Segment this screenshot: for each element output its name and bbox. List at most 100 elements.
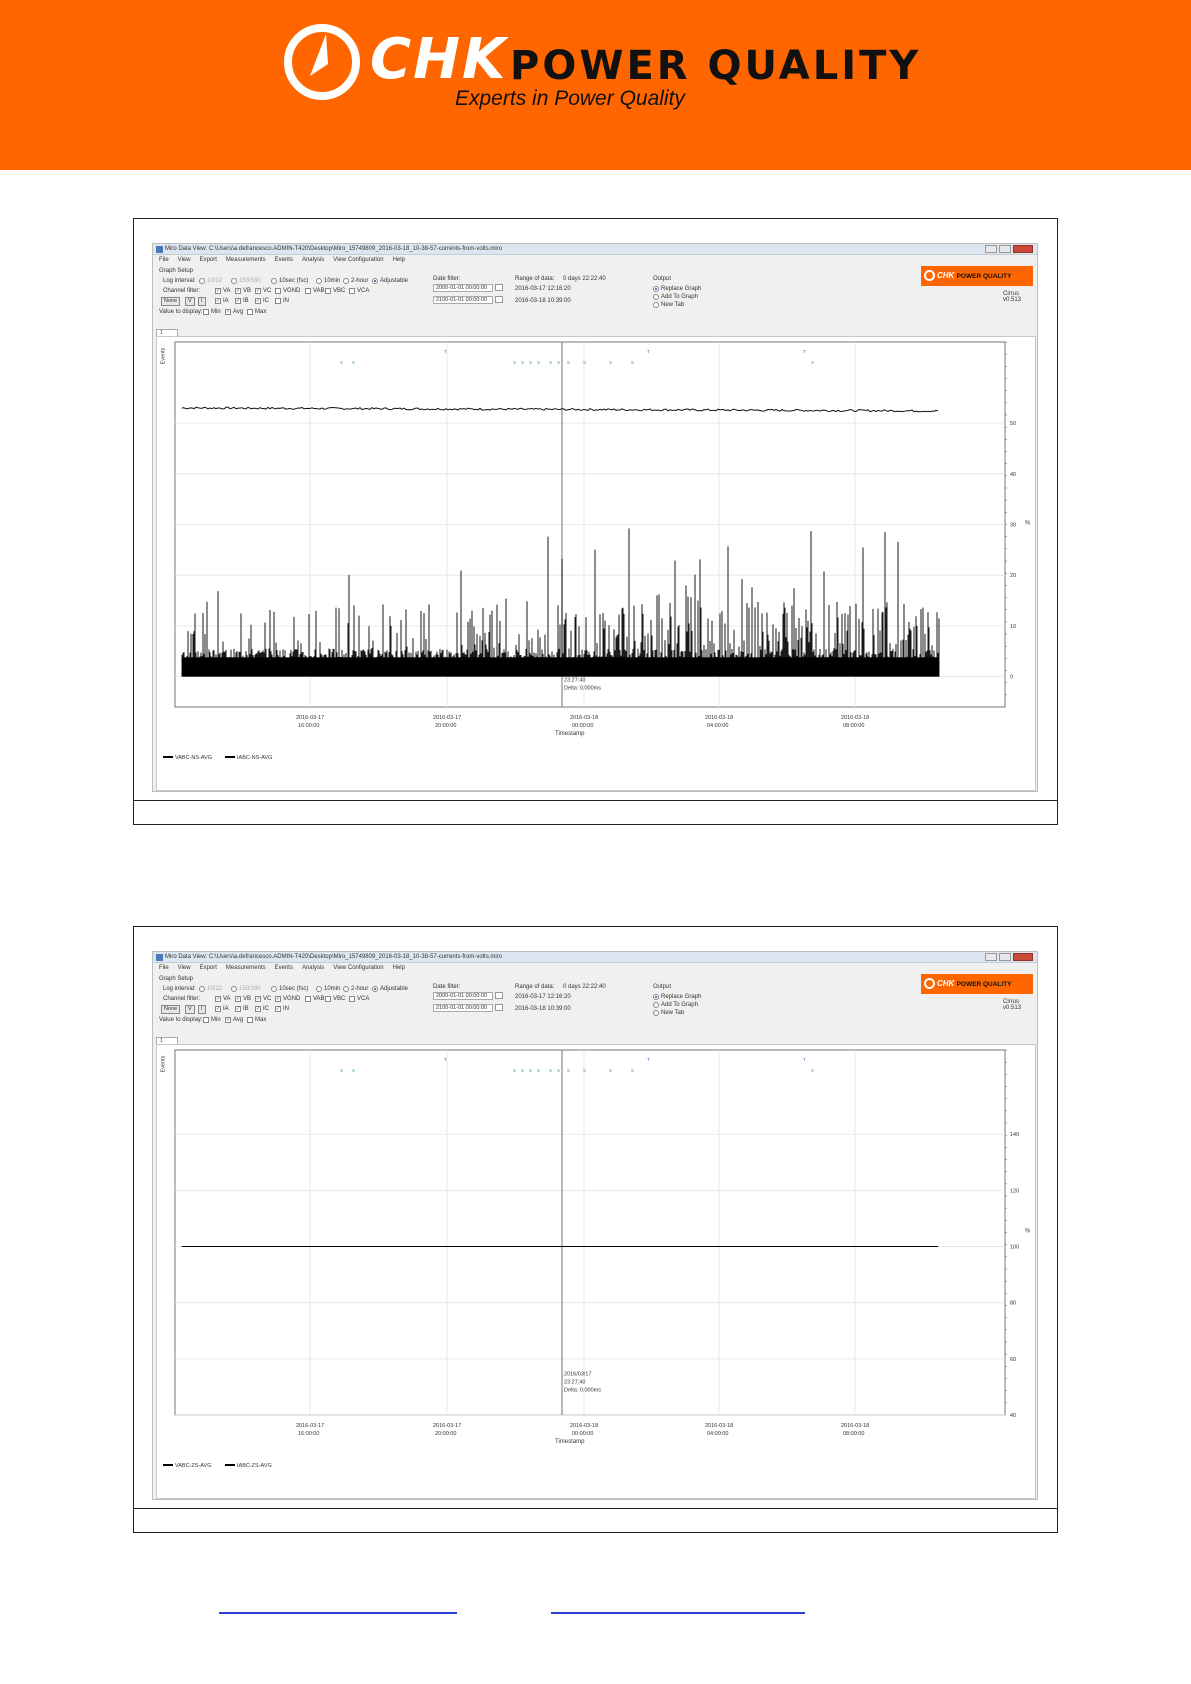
channel-checkbox[interactable]: IA	[215, 298, 229, 304]
value-checkbox[interactable]: Min	[203, 309, 221, 315]
output-radio[interactable]: Replace Graph	[653, 994, 701, 1000]
channel-checkbox[interactable]: VB	[235, 996, 251, 1002]
menu-item[interactable]: View	[178, 257, 191, 263]
channel-checkbox[interactable]: VB	[235, 288, 251, 294]
checkbox-label: IC	[263, 1006, 269, 1012]
channel-filter-label: Channel filter:	[163, 288, 201, 294]
output-radio[interactable]: New Tab	[653, 1010, 684, 1016]
menu-item[interactable]: Analysis	[302, 965, 324, 971]
log-interval-radio[interactable]: 10min	[316, 986, 340, 992]
close-button[interactable]	[1013, 245, 1033, 253]
channel-none-button[interactable]: None	[161, 297, 181, 306]
channel-i-button[interactable]: I	[198, 297, 206, 306]
event-marker: S	[352, 360, 355, 365]
calendar-icon[interactable]	[495, 1004, 503, 1011]
channel-checkbox[interactable]: VC	[255, 288, 271, 294]
channel-checkbox[interactable]: IN	[275, 1006, 289, 1012]
channel-checkbox[interactable]: VCA	[349, 996, 369, 1002]
menu-item[interactable]: Events	[275, 965, 293, 971]
value-checkbox[interactable]: Max	[247, 1017, 266, 1023]
channel-v-button[interactable]: V	[185, 297, 195, 306]
channel-checkbox[interactable]: VBC	[325, 288, 345, 294]
checkbox-icon	[305, 996, 311, 1002]
calendar-icon[interactable]	[495, 992, 503, 999]
menu-item[interactable]: Measurements	[226, 257, 266, 263]
footer-link-2[interactable]	[551, 1612, 805, 1614]
channel-checkbox[interactable]: IC	[255, 1006, 269, 1012]
menu-item[interactable]: File	[159, 257, 169, 263]
menu-item[interactable]: Help	[393, 965, 405, 971]
date-to-input[interactable]: 2100-01-01 00:00:00	[433, 1004, 493, 1012]
log-interval-radio[interactable]: Adjustable	[372, 986, 408, 992]
channel-checkbox[interactable]: VA	[215, 288, 231, 294]
menu-item[interactable]: Export	[200, 257, 217, 263]
channel-checkbox[interactable]: VBC	[325, 996, 345, 1002]
channel-checkbox[interactable]: VC	[255, 996, 271, 1002]
event-marker: S	[811, 360, 814, 365]
log-interval-radio[interactable]: 10min	[316, 278, 340, 284]
channel-i-button[interactable]: I	[198, 1005, 206, 1014]
output-radio[interactable]: Replace Graph	[653, 286, 701, 292]
channel-checkbox[interactable]: VGND	[275, 996, 300, 1002]
channel-checkbox[interactable]: VGND	[275, 288, 300, 294]
log-interval-radio[interactable]: Adjustable	[372, 278, 408, 284]
footer-link-1[interactable]	[219, 1612, 457, 1614]
menu-item[interactable]: Measurements	[226, 965, 266, 971]
value-checkbox[interactable]: Avg	[225, 1017, 243, 1023]
checkbox-label: VAB	[313, 996, 325, 1002]
channel-checkbox[interactable]: IB	[235, 298, 249, 304]
checkbox-label: VC	[263, 996, 272, 1002]
menu-item[interactable]: Analysis	[302, 257, 324, 263]
menu-item[interactable]: View	[178, 965, 191, 971]
checkbox-label: Min	[211, 309, 221, 315]
menu-item[interactable]: Export	[200, 965, 217, 971]
date-from-input[interactable]: 2000-01-01 00:00:00	[433, 284, 493, 292]
date-from-input[interactable]: 2000-01-01 00:00:00	[433, 992, 493, 1000]
channel-checkbox[interactable]: IN	[275, 298, 289, 304]
channel-checkbox[interactable]: IA	[215, 1006, 229, 1012]
maximize-button[interactable]	[999, 245, 1011, 253]
calendar-icon[interactable]	[495, 296, 503, 303]
channel-checkbox[interactable]: IC	[255, 298, 269, 304]
checkbox-icon	[325, 288, 331, 294]
minimize-button[interactable]	[985, 953, 997, 961]
menu-item[interactable]: File	[159, 965, 169, 971]
menu-item[interactable]: Events	[275, 257, 293, 263]
checkbox-label: VCA	[357, 996, 370, 1002]
output-radio[interactable]: Add To Graph	[653, 294, 698, 300]
menu-item[interactable]: Help	[393, 257, 405, 263]
checkbox-icon	[215, 996, 221, 1002]
minimize-button[interactable]	[985, 245, 997, 253]
calendar-icon[interactable]	[495, 284, 503, 291]
maximize-button[interactable]	[999, 953, 1011, 961]
checkbox-label: VA	[223, 996, 231, 1002]
log-interval-radio[interactable]: 2-hour	[343, 278, 368, 284]
channel-none-button[interactable]: None	[161, 1005, 181, 1014]
menu-item[interactable]: View Configuration	[333, 965, 383, 971]
output-radio[interactable]: New Tab	[653, 302, 684, 308]
channel-checkbox[interactable]: VAB	[305, 996, 325, 1002]
channel-checkbox[interactable]: VCA	[349, 288, 369, 294]
channel-checkbox[interactable]: VAB	[305, 288, 325, 294]
log-interval-radio[interactable]: 10sec (fsc)	[271, 986, 308, 992]
value-display-label: Value to display:	[159, 309, 203, 315]
channel-checkbox[interactable]: IB	[235, 1006, 249, 1012]
event-marker: T	[444, 349, 447, 354]
value-checkbox[interactable]: Max	[247, 309, 266, 315]
checkbox-icon	[275, 996, 281, 1002]
channel-checkbox[interactable]: VA	[215, 996, 231, 1002]
figure-frame-2: Miro Data View: C:\Users\a.defrancesco.A…	[133, 926, 1058, 1533]
menu-item[interactable]: View Configuration	[333, 257, 383, 263]
channel-v-button[interactable]: V	[185, 1005, 195, 1014]
close-button[interactable]	[1013, 953, 1033, 961]
date-to-input[interactable]: 2100-01-01 00:00:00	[433, 296, 493, 304]
checkbox-icon	[349, 288, 355, 294]
log-interval-radio[interactable]: 10sec (fsc)	[271, 278, 308, 284]
date-filter-label: Date filter:	[433, 984, 461, 990]
output-radio[interactable]: Add To Graph	[653, 1002, 698, 1008]
log-interval-radio[interactable]: 2-hour	[343, 986, 368, 992]
value-checkbox[interactable]: Min	[203, 1017, 221, 1023]
checkbox-label: VC	[263, 288, 272, 294]
value-checkbox[interactable]: Avg	[225, 309, 243, 315]
checkbox-icon	[247, 1017, 253, 1023]
